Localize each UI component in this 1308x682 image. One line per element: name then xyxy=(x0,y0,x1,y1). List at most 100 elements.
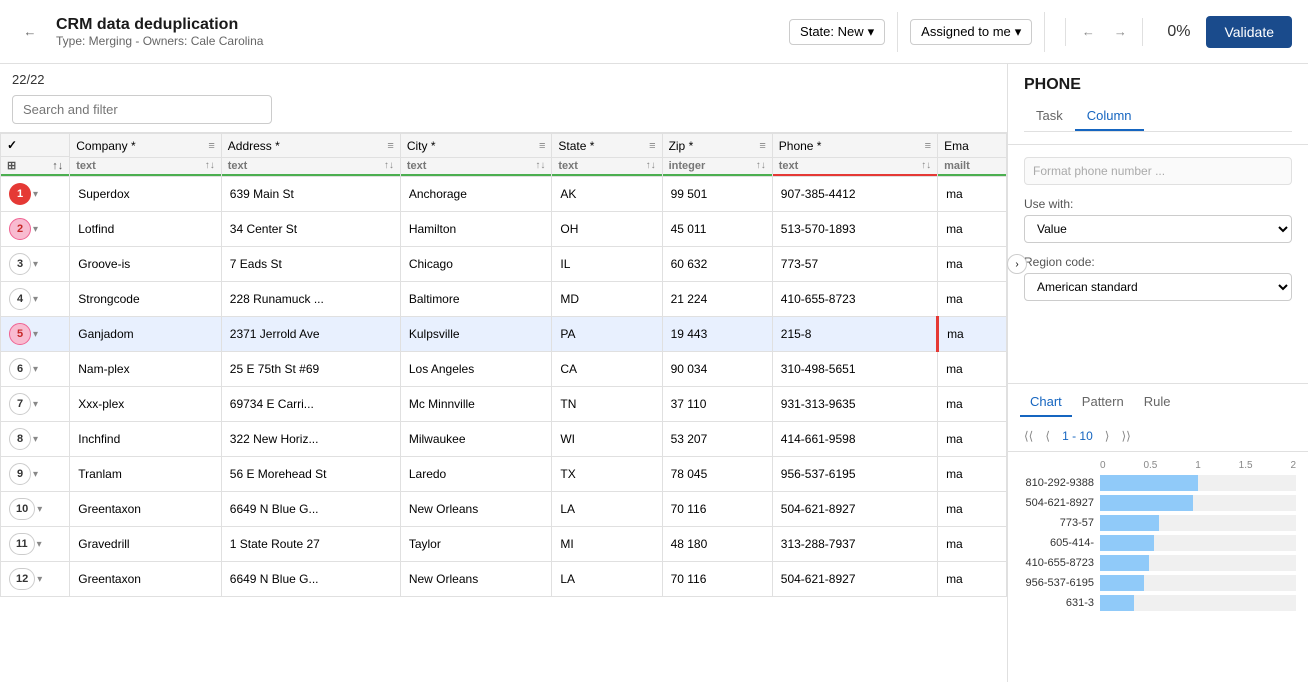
chevron-down-icon: ▾ xyxy=(1015,24,1022,40)
row-expand-icon[interactable]: ▾ xyxy=(33,469,38,480)
col-menu-icon[interactable]: ≡ xyxy=(539,140,545,152)
chart-bar-label: 631-3 xyxy=(1020,597,1100,609)
chart-area: 0 0.5 1 1.5 2 810-292-9388 504-621-8927 … xyxy=(1008,452,1308,682)
tab-column[interactable]: Column xyxy=(1075,102,1144,131)
nav-prev-button[interactable]: ← xyxy=(1074,18,1102,46)
row-badge: 5 xyxy=(9,323,31,345)
row-badge: 7 xyxy=(9,393,31,415)
row-num-cell[interactable]: 6 ▾ xyxy=(1,352,70,387)
row-num-cell[interactable]: 12 ▾ xyxy=(1,562,70,597)
row-num-cell[interactable]: 11 ▾ xyxy=(1,527,70,562)
table-row: 4 ▾ Strongcode 228 Runamuck ... Baltimor… xyxy=(1,282,1007,317)
row-expand-icon[interactable]: ▾ xyxy=(33,224,38,235)
row-expand-icon[interactable]: ▾ xyxy=(33,259,38,270)
city-cell: New Orleans xyxy=(400,562,552,597)
row-badge: 10 xyxy=(9,498,35,520)
right-panel-title: PHONE xyxy=(1024,76,1292,94)
email-cell: ma xyxy=(938,527,1007,562)
table-row: 8 ▾ Inchfind 322 New Horiz... Milwaukee … xyxy=(1,422,1007,457)
chart-bar-label: 605-414- xyxy=(1020,537,1100,549)
search-input[interactable] xyxy=(12,95,272,124)
sort-icon[interactable]: ↑↓ xyxy=(756,160,766,171)
row-expand-icon[interactable]: ▾ xyxy=(33,364,38,375)
state-dropdown[interactable]: State: New ▾ xyxy=(789,19,885,45)
row-expand-icon[interactable]: ▾ xyxy=(33,329,38,340)
sort-icon[interactable]: ↑↓ xyxy=(384,160,394,171)
check-icon: ✓ xyxy=(7,138,17,152)
scale-2: 2 xyxy=(1290,460,1296,471)
use-with-label: Use with: xyxy=(1024,197,1292,211)
company-cell: Xxx-plex xyxy=(70,387,222,422)
col-menu-icon[interactable]: ≡ xyxy=(925,140,931,152)
chart-bar xyxy=(1100,575,1144,591)
zip-cell: 48 180 xyxy=(662,527,772,562)
row-expand-icon[interactable]: ▾ xyxy=(37,504,42,515)
chart-bar-label: 773-57 xyxy=(1020,517,1100,529)
tab-task[interactable]: Task xyxy=(1024,102,1075,131)
chart-bar-container xyxy=(1100,515,1296,531)
col-menu-icon[interactable]: ≡ xyxy=(387,140,393,152)
state-cell: MI xyxy=(552,527,662,562)
row-num-cell[interactable]: 8 ▾ xyxy=(1,422,70,457)
chart-row: 410-655-8723 xyxy=(1020,555,1296,571)
chart-row: 631-3 xyxy=(1020,595,1296,611)
address-cell: 639 Main St xyxy=(221,177,400,212)
email-cell: ma xyxy=(938,562,1007,597)
scale-1: 1 xyxy=(1195,460,1201,471)
sort-icon[interactable]: ↑↓ xyxy=(205,160,215,171)
row-num-cell[interactable]: 4 ▾ xyxy=(1,282,70,317)
region-code-select[interactable]: American standard European standard Cust… xyxy=(1024,273,1292,301)
zip-cell: 60 632 xyxy=(662,247,772,282)
row-expand-icon[interactable]: ▾ xyxy=(33,434,38,445)
sort-icon[interactable]: ↑↓ xyxy=(535,160,545,171)
right-content: Format phone number ... Use with: Value … xyxy=(1008,145,1308,383)
zip-cell: 70 116 xyxy=(662,492,772,527)
table-wrapper[interactable]: ✓ ⊞ ↑↓ Company * xyxy=(0,133,1007,682)
nav-next-button[interactable]: → xyxy=(1106,18,1134,46)
sort-icon[interactable]: ↑↓ xyxy=(646,160,656,171)
row-num-cell[interactable]: 9 ▾ xyxy=(1,457,70,492)
row-num-cell[interactable]: 10 ▾ xyxy=(1,492,70,527)
row-expand-icon[interactable]: ▾ xyxy=(33,189,38,200)
divider2 xyxy=(1044,12,1045,52)
prev-page-button[interactable]: ⟨ xyxy=(1041,427,1054,445)
assigned-dropdown[interactable]: Assigned to me ▾ xyxy=(910,19,1032,45)
row-badge: 11 xyxy=(9,533,35,555)
row-expand-icon[interactable]: ▾ xyxy=(33,294,38,305)
row-expand-icon[interactable]: ▾ xyxy=(37,574,42,585)
state-label: State: New xyxy=(800,24,864,39)
city-cell: Mc Minnville xyxy=(400,387,552,422)
use-with-select[interactable]: Value Label Both xyxy=(1024,215,1292,243)
collapse-toggle-button[interactable]: › xyxy=(1007,254,1027,274)
row-num-cell[interactable]: 1 ▾ xyxy=(1,177,70,212)
chart-bar-container xyxy=(1100,475,1296,491)
right-header: PHONE Task Column xyxy=(1008,64,1308,145)
sort-icon[interactable]: ↑↓ xyxy=(921,160,931,171)
col-menu-icon[interactable]: ≡ xyxy=(208,140,214,152)
row-expand-icon[interactable]: ▾ xyxy=(33,399,38,410)
next-page-button[interactable]: ⟩ xyxy=(1101,427,1114,445)
tab-chart[interactable]: Chart xyxy=(1020,388,1072,417)
chart-row: 773-57 xyxy=(1020,515,1296,531)
phone-cell: 907-385-4412 xyxy=(772,177,937,212)
last-page-button[interactable]: ⟩⟩ xyxy=(1117,427,1134,445)
city-cell: Los Angeles xyxy=(400,352,552,387)
state-cell: AK xyxy=(552,177,662,212)
row-num-cell[interactable]: 5 ▾ xyxy=(1,317,70,352)
row-num-cell[interactable]: 3 ▾ xyxy=(1,247,70,282)
bottom-tabs: Chart Pattern Rule xyxy=(1008,383,1308,421)
back-button[interactable]: ← xyxy=(16,18,44,46)
validate-button[interactable]: Validate xyxy=(1206,16,1292,48)
row-num-cell[interactable]: 2 ▾ xyxy=(1,212,70,247)
app-header: ← CRM data deduplication Type: Merging -… xyxy=(0,0,1308,64)
phone-cell: 931-313-9635 xyxy=(772,387,937,422)
tab-rule[interactable]: Rule xyxy=(1134,388,1181,417)
nav-arrows: ← → xyxy=(1065,18,1143,46)
row-expand-icon[interactable]: ▾ xyxy=(37,539,42,550)
tab-pattern[interactable]: Pattern xyxy=(1072,388,1134,417)
col-menu-icon[interactable]: ≡ xyxy=(649,140,655,152)
city-cell: Laredo xyxy=(400,457,552,492)
first-page-button[interactable]: ⟨⟨ xyxy=(1020,427,1037,445)
col-menu-icon[interactable]: ≡ xyxy=(759,140,765,152)
row-num-cell[interactable]: 7 ▾ xyxy=(1,387,70,422)
